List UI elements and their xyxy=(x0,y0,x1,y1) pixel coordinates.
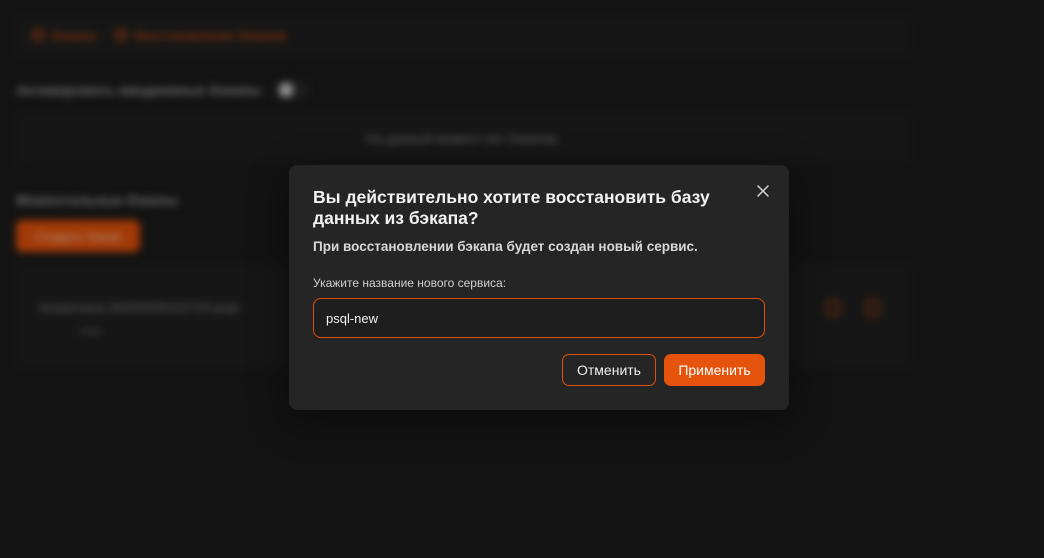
close-icon xyxy=(757,185,769,197)
cancel-button[interactable]: Отменить xyxy=(562,354,656,386)
dialog-subtitle: При восстановлении бэкапа будет создан н… xyxy=(313,239,698,254)
dialog-title: Вы действительно хотите восстановить баз… xyxy=(313,187,710,228)
service-name-label: Укажите название нового сервиса: xyxy=(313,276,507,290)
service-name-input[interactable] xyxy=(313,298,765,338)
apply-button[interactable]: Применить xyxy=(664,354,765,386)
close-button[interactable] xyxy=(751,179,775,203)
dialog-actions: Отменить Применить xyxy=(562,354,765,386)
restore-dialog: Вы действительно хотите восстановить баз… xyxy=(289,165,789,410)
